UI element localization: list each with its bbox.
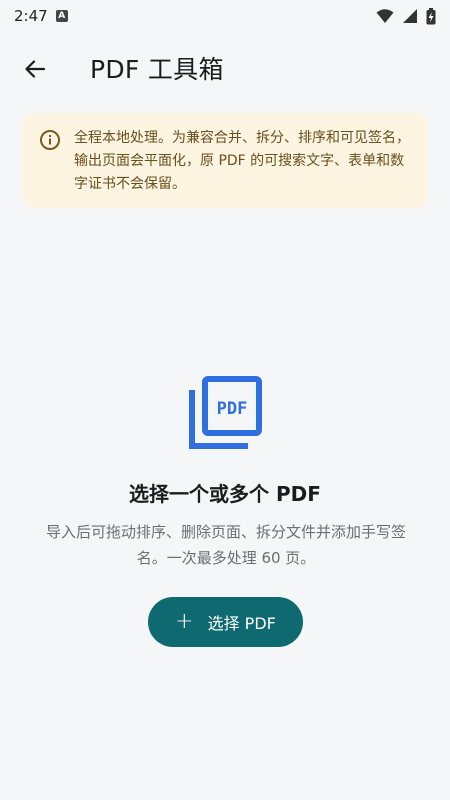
pdf-icon: PDF [189, 376, 262, 449]
arrow-left-icon [25, 60, 46, 78]
select-pdf-button[interactable]: + 选择 PDF [148, 597, 303, 647]
page-title: PDF 工具箱 [90, 55, 224, 84]
empty-state-title: 选择一个或多个 PDF [129, 482, 321, 506]
select-pdf-label: 选择 PDF [207, 614, 276, 633]
notice-text: 全程本地处理。为兼容合并、拆分、排序和可见签名，输出页面会平面化，原 PDF 的… [74, 130, 410, 192]
wifi-icon [376, 9, 394, 23]
info-icon [40, 130, 60, 150]
status-time: 2:47 [14, 7, 48, 25]
status-bar: 2:47 A [0, 0, 450, 32]
plus-icon: + [175, 609, 194, 634]
notification-icon: A [55, 10, 68, 22]
pdf-icon-label: PDF [217, 399, 248, 419]
battery-icon [426, 7, 436, 24]
empty-state-description: 导入后可拖动排序、删除页面、拆分文件并添加手写签名。一次最多处理 60 页。 [45, 523, 406, 567]
back-button[interactable] [18, 52, 52, 86]
app-bar: PDF 工具箱 [0, 40, 450, 96]
local-processing-notice: 全程本地处理。为兼容合并、拆分、排序和可见签名，输出页面会平面化，原 PDF 的… [22, 113, 428, 208]
signal-icon [403, 9, 417, 23]
